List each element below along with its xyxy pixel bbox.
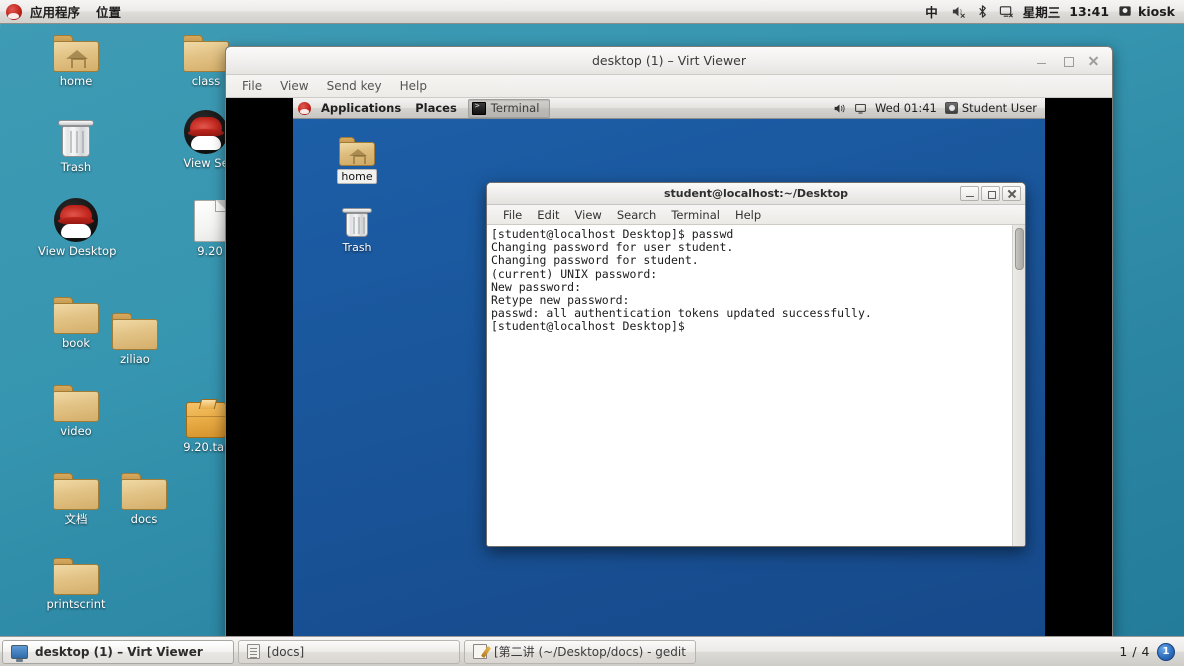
bluetooth-icon[interactable]	[975, 4, 990, 19]
folder-icon	[97, 302, 173, 350]
vm-applications-menu[interactable]: Applications	[314, 100, 408, 116]
virt-viewer-canvas[interactable]: Applications Places Terminal Wed 01:41	[226, 98, 1112, 639]
desktop-icon-trash[interactable]: Trash	[38, 110, 114, 174]
workspace-count: 1 / 4	[1119, 644, 1150, 659]
host-taskbar: desktop (1) – Virt Viewer [docs] [第二讲 (~…	[0, 636, 1184, 666]
display-icon[interactable]	[999, 4, 1014, 19]
term-menu-search[interactable]: Search	[610, 207, 664, 223]
vm-desktop[interactable]: Applications Places Terminal Wed 01:41	[293, 98, 1045, 639]
folder-icon	[38, 547, 114, 595]
desktop-icon-label: 文档	[64, 512, 88, 526]
vm-places-menu[interactable]: Places	[408, 100, 464, 116]
desktop-icon-home[interactable]: home	[38, 24, 114, 88]
taskbar-item-label: [第二讲 (~/Desktop/docs) - gedit]	[494, 645, 687, 659]
desktop-icon-label: docs	[130, 512, 158, 526]
workspace-current-indicator[interactable]: 1	[1157, 642, 1175, 661]
applications-menu[interactable]: 应用程序	[22, 0, 88, 23]
minimize-icon[interactable]	[960, 186, 979, 201]
home-folder-icon	[325, 126, 389, 166]
term-menu-terminal[interactable]: Terminal	[664, 207, 727, 223]
file-manager-icon	[247, 644, 260, 659]
desktop-icon-label: printscrint	[46, 597, 106, 611]
volume-icon[interactable]	[833, 102, 846, 115]
terminal-window[interactable]: student@localhost:~/Desktop File Edit Vi…	[486, 182, 1026, 547]
maximize-icon[interactable]	[981, 186, 1000, 201]
desktop-icon-ziliao[interactable]: ziliao	[97, 302, 173, 366]
home-folder-icon	[38, 24, 114, 72]
terminal-title: student@localhost:~/Desktop	[663, 187, 849, 200]
virt-viewer-titlebar[interactable]: desktop (1) – Virt Viewer	[226, 47, 1112, 75]
user-menu[interactable]: kiosk	[1118, 2, 1175, 21]
redhat-logo-icon[interactable]	[6, 3, 22, 20]
desktop-icon-label: View Desktop	[38, 244, 117, 258]
trash-icon	[38, 110, 114, 158]
user-icon	[1118, 4, 1133, 19]
host-top-panel: 应用程序 位置 中 星期三 13:41 kiosk	[0, 0, 1184, 24]
clock-day[interactable]: 星期三	[1023, 0, 1061, 23]
input-method-indicator[interactable]: 中	[921, 0, 942, 23]
terminal-body[interactable]: [student@localhost Desktop]$ passwd Chan…	[487, 225, 1025, 546]
vv-menu-file[interactable]: File	[234, 77, 270, 95]
term-menu-edit[interactable]: Edit	[530, 207, 566, 223]
vm-clock[interactable]: Wed 01:41	[875, 101, 937, 115]
trash-icon	[325, 198, 389, 238]
taskbar-item-label: desktop (1) – Virt Viewer	[35, 644, 203, 659]
vv-menu-view[interactable]: View	[272, 77, 316, 95]
folder-icon	[106, 462, 182, 510]
taskbar-item-docs[interactable]: [docs]	[238, 639, 460, 664]
taskbar-item-virt-viewer[interactable]: desktop (1) – Virt Viewer	[2, 639, 234, 664]
user-name: kiosk	[1138, 4, 1175, 19]
scrollbar-thumb[interactable]	[1015, 228, 1024, 270]
desktop-icon-label: Trash	[60, 160, 92, 174]
terminal-output[interactable]: [student@localhost Desktop]$ passwd Chan…	[487, 225, 1012, 546]
user-icon	[944, 102, 958, 114]
redhat-logo-icon[interactable]	[298, 101, 311, 115]
vm-window-button-label: Terminal	[490, 101, 540, 115]
terminal-icon	[471, 101, 486, 115]
workspace-switcher[interactable]: 1 / 4 1	[1119, 642, 1184, 661]
terminal-titlebar[interactable]: student@localhost:~/Desktop	[487, 183, 1025, 205]
taskbar-item-label: [docs]	[267, 644, 305, 659]
volume-muted-icon[interactable]	[951, 4, 966, 19]
terminal-scrollbar[interactable]	[1012, 225, 1025, 546]
desktop-icon-video[interactable]: video	[38, 374, 114, 438]
folder-icon	[38, 462, 114, 510]
vm-desktop-icon-label: home	[337, 169, 377, 184]
desktop-icon-label: home	[59, 74, 93, 88]
vv-menu-send-key[interactable]: Send key	[319, 77, 390, 95]
desktop-icon-label: ziliao	[120, 352, 150, 366]
gedit-icon	[473, 644, 487, 659]
vm-window-button-terminal[interactable]: Terminal	[467, 98, 551, 118]
vm-user-name: Student User	[961, 101, 1037, 115]
monitor-icon	[11, 644, 28, 662]
desktop-icon-label: video	[60, 424, 92, 438]
vm-top-panel: Applications Places Terminal Wed 01:41	[293, 98, 1045, 119]
taskbar-item-gedit[interactable]: [第二讲 (~/Desktop/docs) - gedit]	[464, 639, 696, 664]
vv-menu-help[interactable]: Help	[392, 77, 435, 95]
close-icon[interactable]	[1002, 186, 1021, 201]
vm-desktop-icon-label: Trash	[342, 241, 372, 254]
maximize-icon[interactable]	[1061, 54, 1074, 67]
term-menu-help[interactable]: Help	[728, 207, 768, 223]
close-icon[interactable]	[1087, 54, 1100, 67]
minimize-icon[interactable]	[1035, 54, 1048, 67]
clock-time[interactable]: 13:41	[1069, 2, 1109, 21]
virt-viewer-window[interactable]: desktop (1) – Virt Viewer File View Send…	[225, 46, 1113, 640]
virt-viewer-menubar: File View Send key Help	[226, 75, 1112, 98]
folder-icon	[38, 374, 114, 422]
display-icon[interactable]	[854, 102, 867, 115]
terminal-menubar: File Edit View Search Terminal Help	[487, 205, 1025, 225]
term-menu-file[interactable]: File	[496, 207, 529, 223]
desktop-icon-wendang[interactable]: 文档	[38, 462, 114, 526]
virt-viewer-title: desktop (1) – Virt Viewer	[592, 53, 746, 68]
vm-user-menu[interactable]: Student User	[944, 101, 1037, 115]
desktop-icon-view-desktop[interactable]: View Desktop	[38, 194, 117, 258]
term-menu-view[interactable]: View	[568, 207, 609, 223]
places-menu[interactable]: 位置	[88, 0, 129, 23]
vm-desktop-icon-home[interactable]: home	[325, 126, 389, 184]
vm-desktop-icon-trash[interactable]: Trash	[325, 198, 389, 254]
redhat-logo-icon	[38, 194, 114, 242]
desktop-icon-docs[interactable]: docs	[106, 462, 182, 526]
desktop-icon-printscrint[interactable]: printscrint	[38, 547, 114, 611]
